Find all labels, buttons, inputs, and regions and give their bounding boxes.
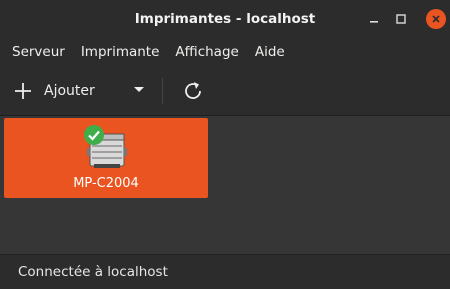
add-printer-button[interactable]: Ajouter (14, 77, 95, 105)
menu-imprimante[interactable]: Imprimante (73, 38, 168, 66)
menu-affichage[interactable]: Affichage (167, 38, 246, 66)
close-button[interactable] (426, 9, 446, 29)
printer-item[interactable]: MP-C2004 (4, 118, 208, 198)
printer-list-area: MP-C2004 (0, 116, 450, 254)
toolbar-separator (162, 78, 163, 104)
menu-aide[interactable]: Aide (247, 38, 293, 66)
minimize-icon (370, 21, 378, 23)
minimize-button[interactable] (364, 9, 384, 29)
add-printer-label: Ajouter (44, 83, 95, 99)
window-title: Imprimantes - localhost (134, 11, 316, 27)
menu-serveur[interactable]: Serveur (4, 38, 73, 66)
plus-icon (15, 83, 31, 99)
status-bar: Connectée à localhost (0, 254, 450, 289)
refresh-icon[interactable] (181, 79, 205, 103)
chevron-down-icon[interactable] (133, 86, 145, 94)
close-icon (432, 15, 440, 23)
printer-name: MP-C2004 (73, 176, 139, 191)
maximize-icon (396, 14, 406, 24)
title-bar: Imprimantes - localhost (0, 0, 450, 38)
toolbar: Ajouter (0, 66, 450, 116)
menu-bar: Serveur Imprimante Affichage Aide (0, 38, 450, 66)
connection-status: Connectée à localhost (18, 264, 168, 280)
maximize-button[interactable] (391, 9, 411, 29)
check-icon (84, 125, 104, 145)
